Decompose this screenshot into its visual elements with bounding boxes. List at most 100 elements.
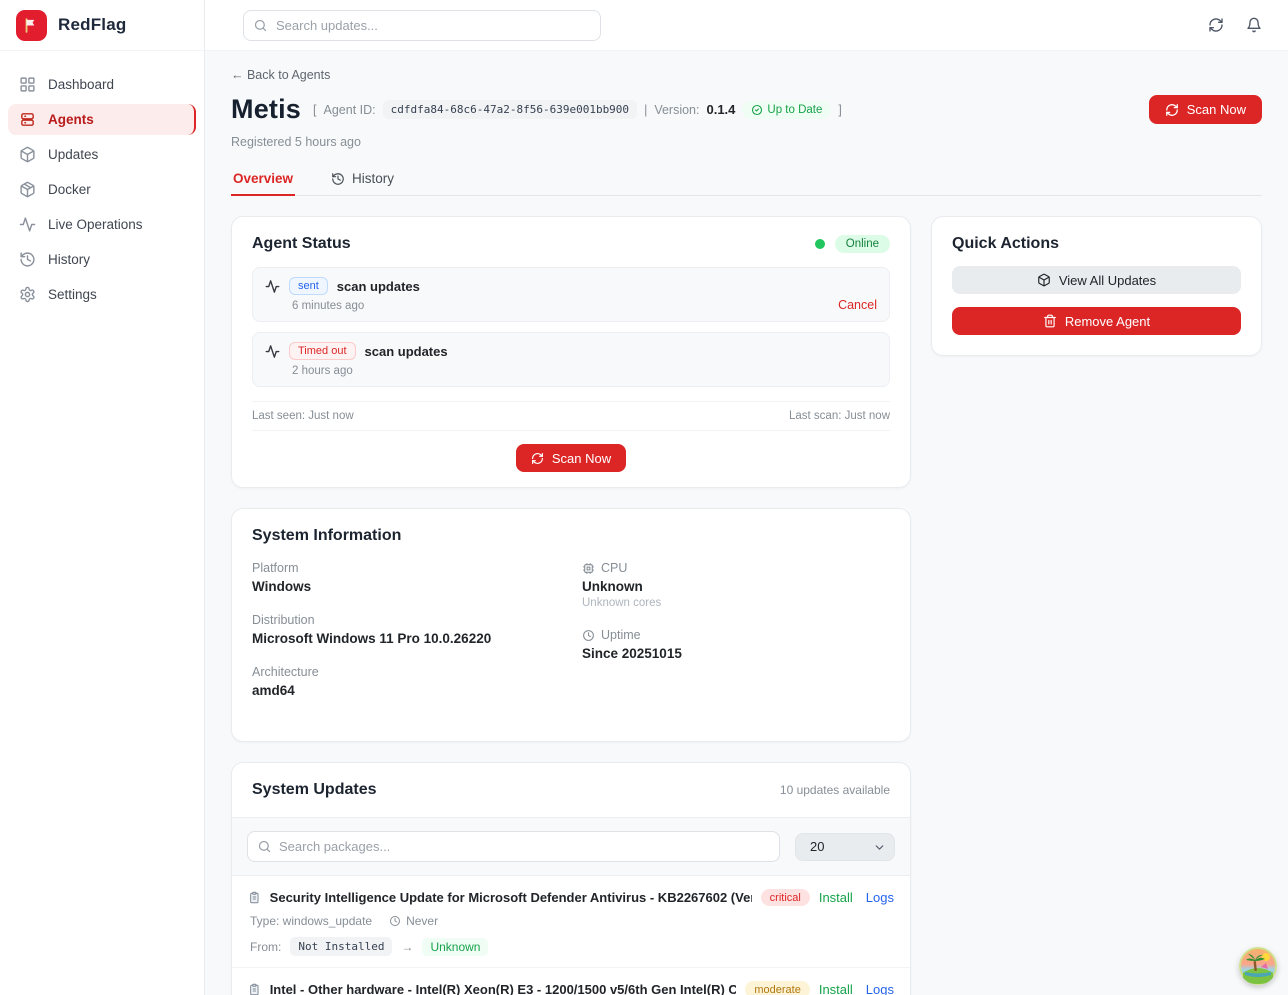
activity-text: scan updates [365,344,448,359]
system-updates-card: System Updates 10 updates available 20 [231,762,911,995]
page-size-select[interactable]: 20 [795,833,895,861]
brand: RedFlag [0,0,204,51]
version-value: 0.1.4 [706,102,735,117]
distribution-label: Distribution [252,613,582,627]
remove-agent-button[interactable]: Remove Agent [952,307,1241,335]
redflag-logo-icon [16,10,47,41]
sidebar-item-label: Updates [48,147,98,162]
sidebar: RedFlag Dashboard Agents Updates Docker … [0,0,205,995]
bracket: ] [838,103,841,117]
install-link[interactable]: Install [819,982,853,995]
agent-id-value: cdfdfa84-68c6-47a2-8f56-639e001bb900 [383,100,637,119]
clipboard-icon [248,982,261,995]
clock-icon [582,629,595,642]
cpu-label: CPU [601,561,627,575]
uptime-label: Uptime [601,628,641,642]
package-icon [19,146,36,163]
agent-meta: [ Agent ID: cdfdfa84-68c6-47a2-8f56-639e… [313,100,842,119]
island-icon [1239,947,1277,985]
to-version-chip: Unknown [422,938,488,956]
activity-text: scan updates [337,279,420,294]
bell-icon[interactable] [1246,17,1262,33]
search-icon [257,839,272,854]
update-title: Intel - Other hardware - Intel(R) Xeon(R… [270,982,737,995]
online-badge: Online [835,235,890,253]
check-circle-icon [751,104,763,116]
quick-actions-card: Quick Actions View All Updates Remove Ag… [931,216,1262,356]
scan-now-button[interactable]: Scan Now [516,444,626,472]
activity-time: 2 hours ago [292,365,877,377]
sidebar-item-updates[interactable]: Updates [8,139,196,170]
island-floating-button[interactable] [1239,947,1277,985]
update-title: Security Intelligence Update for Microso… [270,890,752,905]
logs-link[interactable]: Logs [866,890,894,905]
severity-badge: critical [761,889,810,906]
refresh-icon [1165,103,1179,117]
online-status-dot [815,239,825,249]
updates-count: 10 updates available [780,783,890,797]
trash-icon [1043,314,1057,328]
sidebar-nav: Dashboard Agents Updates Docker Live Ope… [0,51,204,328]
last-scan-text: Last scan: Just now [789,410,890,422]
search-input[interactable] [243,10,601,41]
sidebar-item-settings[interactable]: Settings [8,279,196,310]
update-type: Type: windows_update [250,914,372,928]
sidebar-item-dashboard[interactable]: Dashboard [8,69,196,100]
system-information-card: System Information Platform Windows Dist… [231,508,911,742]
view-all-updates-button[interactable]: View All Updates [952,266,1241,294]
sidebar-item-label: Settings [48,287,97,302]
platform-value: Windows [252,579,582,594]
cpu-value: Unknown [582,579,890,594]
activity-icon [265,344,280,359]
tab-history[interactable]: History [329,171,396,195]
update-schedule: Never [406,914,438,928]
architecture-label: Architecture [252,665,582,679]
separator: | [644,103,647,117]
package-search-input[interactable] [247,831,780,862]
agent-id-label: Agent ID: [324,103,376,117]
refresh-icon [531,452,544,465]
page-title: Metis [231,94,301,125]
sidebar-item-docker[interactable]: Docker [8,174,196,205]
logs-link[interactable]: Logs [866,982,894,995]
update-row: Security Intelligence Update for Microso… [232,876,910,968]
platform-label: Platform [252,561,582,575]
quick-actions-title: Quick Actions [952,235,1241,253]
history-icon [331,172,345,186]
tab-bar: Overview History [231,171,1262,196]
dashboard-icon [19,76,36,93]
cpu-icon [582,562,595,575]
activity-icon [19,216,36,233]
sidebar-item-agents[interactable]: Agents [8,104,196,135]
app-title: RedFlag [58,15,126,35]
back-to-agents-link[interactable]: ← Back to Agents [231,68,330,82]
from-label: From: [250,940,281,954]
install-link[interactable]: Install [819,890,853,905]
sidebar-item-label: Live Operations [48,217,143,232]
up-to-date-badge: Up to Date [742,101,831,119]
sidebar-item-label: Dashboard [48,77,114,92]
architecture-value: amd64 [252,683,582,698]
last-seen-text: Last seen: Just now [252,410,354,422]
sidebar-item-history[interactable]: History [8,244,196,275]
status-badge: sent [289,277,328,295]
history-icon [19,251,36,268]
status-badge: Timed out [289,342,356,360]
distribution-value: Microsoft Windows 11 Pro 10.0.26220 [252,631,582,646]
agent-status-title: Agent Status [252,235,351,253]
activity-item: sent scan updates 6 minutes ago Cancel [252,267,890,322]
box-icon [19,181,36,198]
activity-item: Timed out scan updates 2 hours ago [252,332,890,387]
clock-icon [389,915,401,927]
cancel-link[interactable]: Cancel [838,298,877,312]
severity-badge: moderate [745,981,809,995]
tab-overview[interactable]: Overview [231,171,295,195]
sidebar-item-label: History [48,252,90,267]
update-row: Intel - Other hardware - Intel(R) Xeon(R… [232,968,910,995]
bracket: [ [313,103,316,117]
scan-now-button[interactable]: Scan Now [1149,95,1262,124]
refresh-icon[interactable] [1208,17,1224,33]
sidebar-item-live-operations[interactable]: Live Operations [8,209,196,240]
topbar [205,0,1288,51]
clipboard-icon [248,890,261,905]
